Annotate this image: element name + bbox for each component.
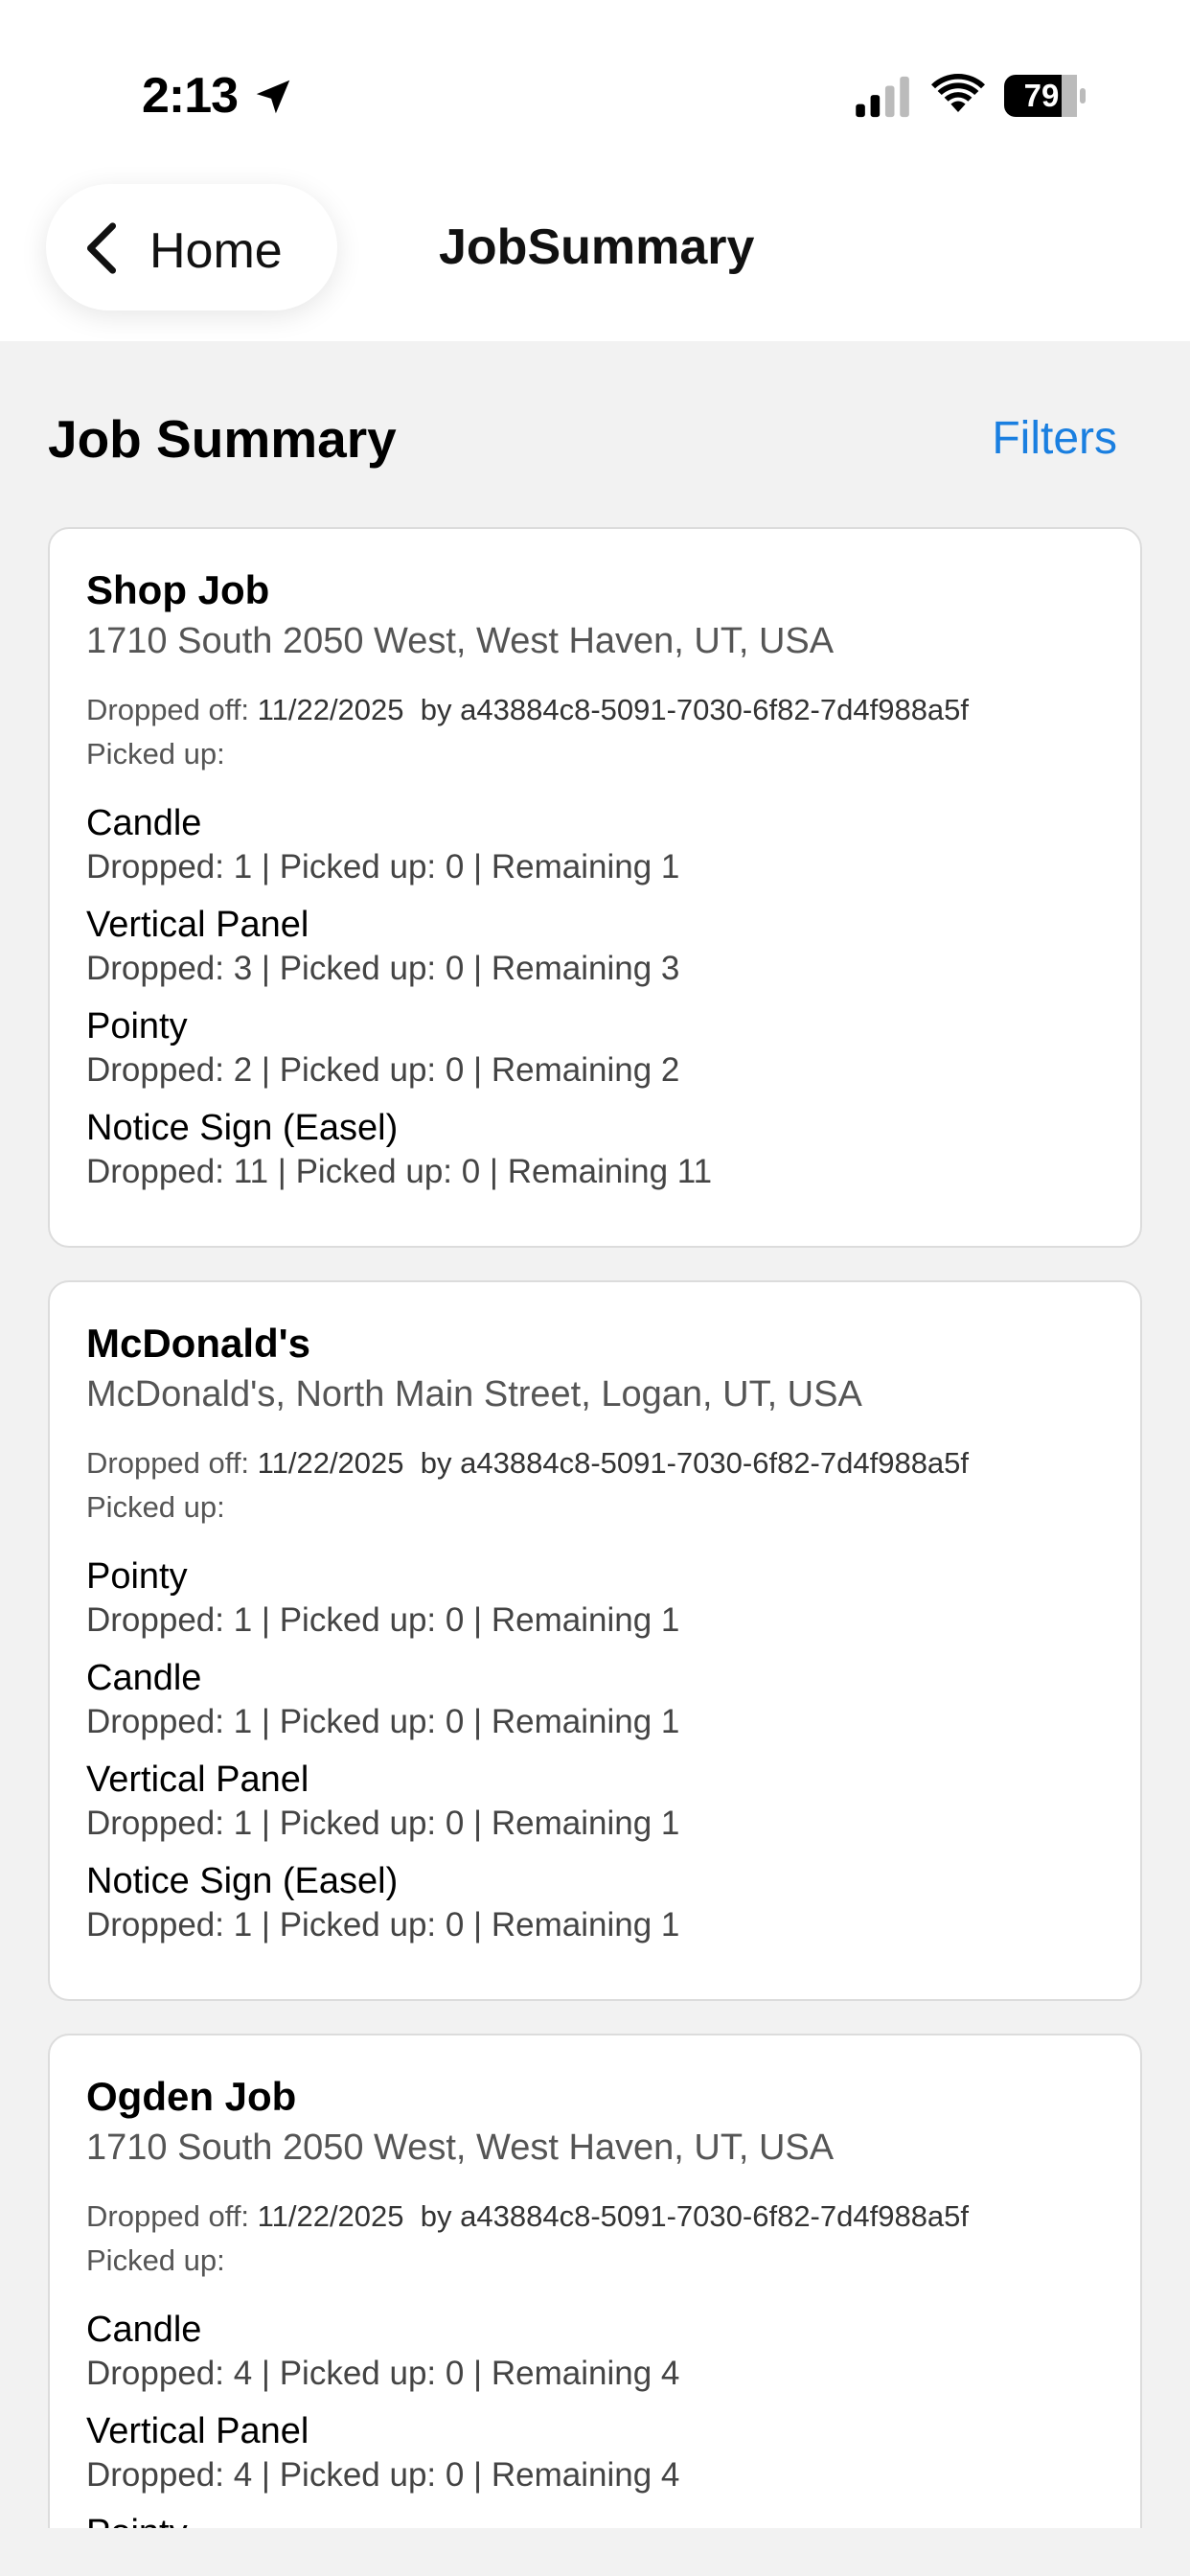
- job-item: Vertical Panel Dropped: 3 | Picked up: 0 …: [86, 903, 1140, 991]
- bottom-safe-area: [0, 2528, 1190, 2576]
- job-item: Notice Sign (Easel) Dropped: 1 | Picked u…: [86, 1859, 1140, 1947]
- job-name: McDonald's: [86, 1321, 311, 1366]
- job-card[interactable]: Ogden Job 1710 South 2050 West, West Have…: [48, 2034, 1142, 2528]
- job-item-list: Candle Dropped: 4 | Picked up: 0 | Remain…: [86, 2308, 1140, 2528]
- nav-title: JobSummary: [439, 219, 755, 275]
- dropped-by-user: a43884c8-5091-7030-6f82-7d4f988a5f: [460, 693, 970, 726]
- picked-up-line: Picked up:: [86, 2239, 1140, 2283]
- job-address: 1710 South 2050 West, West Haven, UT, US…: [86, 621, 835, 661]
- back-button-label: Home: [149, 223, 283, 279]
- item-name: Candle: [86, 2310, 202, 2350]
- item-counts: Dropped: 3 | Picked up: 0 | Remaining 3: [86, 950, 680, 987]
- item-name: Notice Sign (Easel): [86, 1861, 399, 1901]
- picked-up-label: Picked up:: [86, 737, 225, 770]
- item-name: Vertical Panel: [86, 2411, 309, 2451]
- dropped-off-date: 11/22/2025: [257, 693, 404, 726]
- picked-up-label: Picked up:: [86, 2243, 225, 2277]
- job-name: Ogden Job: [86, 2074, 297, 2119]
- battery-level: 79: [1023, 78, 1060, 113]
- job-card-list: Shop Job 1710 South 2050 West, West Haven…: [48, 527, 1142, 2528]
- by-label: by: [420, 693, 452, 726]
- item-name: Candle: [86, 1658, 202, 1698]
- by-label: by: [420, 2199, 452, 2233]
- picked-up-line: Picked up:: [86, 732, 1140, 776]
- by-label: by: [420, 1446, 452, 1480]
- job-item-list: Candle Dropped: 1 | Picked up: 0 | Remain…: [86, 801, 1140, 1194]
- dropped-off-line: Dropped off: 11/22/2025 by a43884c8-5091…: [86, 1441, 1140, 1485]
- item-counts: Dropped: 1 | Picked up: 0 | Remaining 1: [86, 1601, 680, 1639]
- item-counts: Dropped: 11 | Picked up: 0 | Remaining 1…: [86, 1153, 713, 1190]
- job-card[interactable]: Shop Job 1710 South 2050 West, West Haven…: [48, 527, 1142, 1248]
- filters-button[interactable]: Filters: [992, 412, 1117, 465]
- item-counts: Dropped: 4 | Picked up: 0 | Remaining 4: [86, 2355, 680, 2392]
- content-area[interactable]: Job Summary Filters Shop Job 1710 South 2…: [0, 341, 1190, 2528]
- job-item: Notice Sign (Easel) Dropped: 11 | Picked …: [86, 1106, 1140, 1194]
- picked-up-line: Picked up:: [86, 1485, 1140, 1530]
- chevron-left-icon: [86, 222, 117, 274]
- item-name: Vertical Panel: [86, 1760, 309, 1800]
- item-counts: Dropped: 1 | Picked up: 0 | Remaining 1: [86, 1703, 680, 1740]
- dropped-off-label: Dropped off:: [86, 1446, 250, 1480]
- job-item: Candle Dropped: 1 | Picked up: 0 | Remain…: [86, 1656, 1140, 1744]
- job-item: PointyDropped: 4 | Picked up: 0 | Remain…: [86, 2511, 1140, 2528]
- item-counts: Dropped: 2 | Picked up: 0 | Remaining 2: [86, 1051, 680, 1089]
- dropped-by-user: a43884c8-5091-7030-6f82-7d4f988a5f: [460, 2199, 970, 2233]
- job-item: Candle Dropped: 1 | Picked up: 0 | Remain…: [86, 801, 1140, 889]
- job-address: 1710 South 2050 West, West Haven, UT, US…: [86, 2128, 835, 2168]
- job-card[interactable]: McDonald's McDonald's, North Main Street,…: [48, 1280, 1142, 2001]
- job-item: Candle Dropped: 4 | Picked up: 0 | Remain…: [86, 2308, 1140, 2396]
- item-counts: Dropped: 1 | Picked up: 0 | Remaining 1: [86, 848, 680, 886]
- item-name: Pointy: [86, 1556, 188, 1597]
- job-item: Vertical Panel Dropped: 1 | Picked up: 0 …: [86, 1758, 1140, 1846]
- dropped-off-label: Dropped off:: [86, 2199, 250, 2233]
- dropped-off-label: Dropped off:: [86, 693, 250, 726]
- item-counts: Dropped: 4 | Picked up: 0 | Remaining 4: [86, 2456, 680, 2494]
- item-name: Pointy: [86, 1006, 188, 1046]
- navigation-bar: Home JobSummary: [0, 172, 1190, 341]
- job-address: McDonald's, North Main Street, Logan, UT…: [86, 1374, 862, 1414]
- job-item: Vertical Panel Dropped: 4 | Picked up: 0 …: [86, 2409, 1140, 2497]
- job-meta: Dropped off: 11/22/2025 by a43884c8-5091…: [86, 2195, 1140, 2283]
- back-button[interactable]: Home: [46, 184, 337, 310]
- job-name: Shop Job: [86, 567, 270, 612]
- job-item: Pointy Dropped: 2 | Picked up: 0 | Remain…: [86, 1004, 1140, 1092]
- dropped-by-user: a43884c8-5091-7030-6f82-7d4f988a5f: [460, 1446, 970, 1480]
- status-bar: 2:13 79: [0, 0, 1190, 192]
- page-heading: Job Summary: [48, 409, 397, 469]
- location-arrow-icon: [256, 80, 290, 114]
- picked-up-label: Picked up:: [86, 1490, 225, 1524]
- job-item: Pointy Dropped: 1 | Picked up: 0 | Remain…: [86, 1554, 1140, 1643]
- item-name: Vertical Panel: [86, 905, 309, 945]
- job-meta: Dropped off: 11/22/2025 by a43884c8-5091…: [86, 1441, 1140, 1530]
- item-name: Candle: [86, 803, 202, 843]
- dropped-off-date: 11/22/2025: [257, 1446, 404, 1480]
- item-counts: Dropped: 1 | Picked up: 0 | Remaining 1: [86, 1805, 680, 1842]
- job-item-list: Pointy Dropped: 1 | Picked up: 0 | Remain…: [86, 1554, 1140, 1947]
- dropped-off-date: 11/22/2025: [257, 2199, 404, 2233]
- dropped-off-line: Dropped off: 11/22/2025 by a43884c8-5091…: [86, 688, 1140, 732]
- status-time: 2:13: [142, 68, 239, 124]
- dropped-off-line: Dropped off: 11/22/2025 by a43884c8-5091…: [86, 2195, 1140, 2239]
- item-name: Notice Sign (Easel): [86, 1108, 399, 1148]
- job-meta: Dropped off: 11/22/2025 by a43884c8-5091…: [86, 688, 1140, 776]
- item-counts: Dropped: 1 | Picked up: 0 | Remaining 1: [86, 1906, 680, 1944]
- cellular-signal-icon: [856, 76, 909, 118]
- item-name: Pointy: [86, 2511, 1140, 2528]
- wifi-icon: [931, 74, 985, 112]
